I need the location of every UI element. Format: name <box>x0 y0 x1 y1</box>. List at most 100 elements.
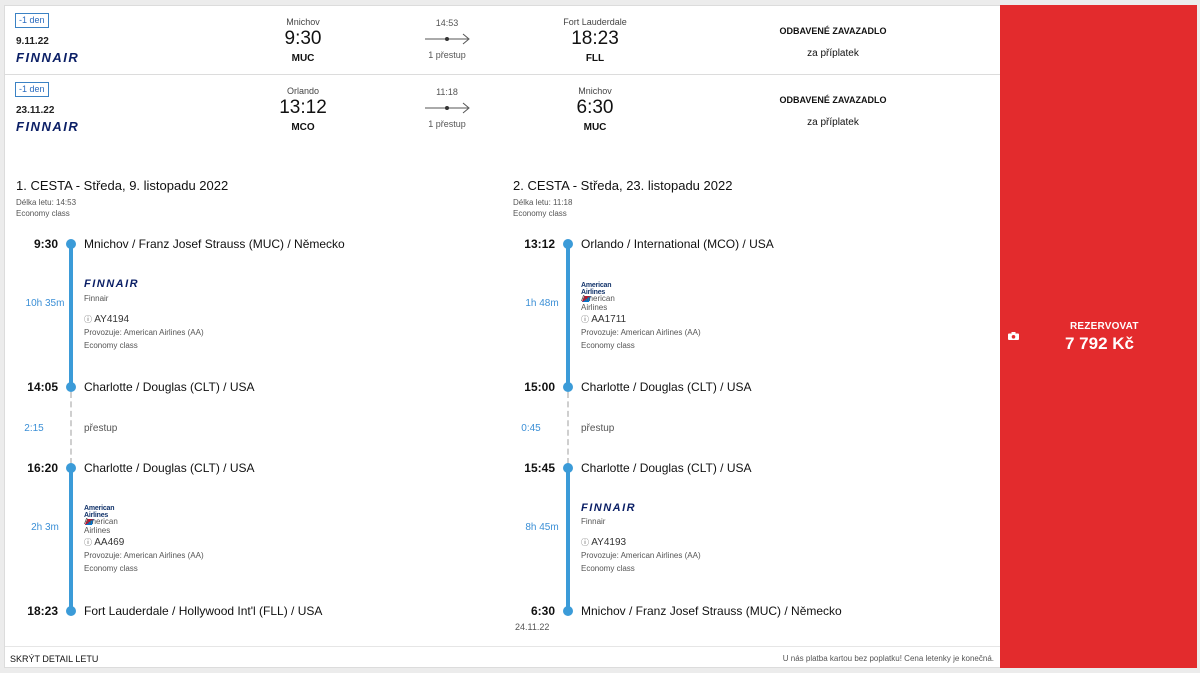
flight-duration: 11:18 <box>436 87 458 97</box>
hide-details-link[interactable]: SKRÝT DETAIL LETU <box>10 654 98 664</box>
leg-length: Délka letu: 14:53 <box>16 198 77 207</box>
stop-time: 15:45 <box>524 461 555 475</box>
departure-code: MCO <box>291 122 315 133</box>
transfer-duration: 0:45 <box>521 423 541 434</box>
stop-place: Orlando / International (MCO) / USA <box>581 237 774 251</box>
flight-offer-card: -1 den 9.11.22 FINNAIR Mnichov 9:30 MUC … <box>4 5 1197 668</box>
baggage-note: za příplatek <box>807 117 859 128</box>
timeline-dot <box>563 606 573 616</box>
flight-number: AY4194 <box>94 314 130 325</box>
transfer-label: přestup <box>581 423 615 434</box>
leg-class: Economy class <box>513 209 567 218</box>
departure-time: 13:12 <box>279 97 327 118</box>
segment-duration: 2h 3m <box>31 522 59 533</box>
route-arrow-icon <box>425 33 470 45</box>
timeline-segment <box>69 244 73 387</box>
baggage-title: ODBAVENÉ ZAVAZADLO <box>779 26 887 36</box>
arrival-date: 24.11.22 <box>515 622 550 632</box>
stop-place: Mnichov / Franz Josef Strauss (MUC) / Ně… <box>84 237 345 251</box>
leg-length: Délka letu: 11:18 <box>513 198 573 207</box>
stop-time: 18:23 <box>27 604 58 618</box>
flight-details: -1 den 9.11.22 FINNAIR Mnichov 9:30 MUC … <box>5 6 1000 667</box>
stop-time: 14:05 <box>27 380 58 394</box>
timeline-dot <box>563 239 573 249</box>
flight-number: AA469 <box>94 537 125 548</box>
departure-city: Mnichov <box>286 17 320 27</box>
arrival-city: Fort Lauderdale <box>563 17 627 27</box>
leg-title: 2. CESTA - Středa, 23. listopadu 2022 <box>513 178 733 193</box>
stop-time: 6:30 <box>530 604 555 618</box>
segment-info: ⓘ AY4193 Provozuje: American Airlines (A… <box>581 536 701 575</box>
segment-info: ⓘ AY4194 Provozuje: American Airlines (A… <box>84 313 204 352</box>
timeline-dot <box>66 463 76 473</box>
segment-info: ⓘ AA1711 Provozuje: American Airlines (A… <box>581 313 701 352</box>
stop-time: 13:12 <box>524 237 555 251</box>
info-icon: ⓘ <box>581 315 592 324</box>
timeline-dot <box>66 382 76 392</box>
segment-duration: 10h 35m <box>25 298 65 309</box>
operated-by: Provozuje: American Airlines (AA) <box>84 551 204 560</box>
airline-logo-finnair: FINNAIR <box>16 119 80 134</box>
airline-name: American Airlines <box>84 517 118 535</box>
arrival-city: Mnichov <box>578 86 612 96</box>
timeline-segment <box>566 468 570 611</box>
segment-class: Economy class <box>581 564 635 573</box>
airline-name: Finnair <box>84 294 109 303</box>
stop-place: Charlotte / Douglas (CLT) / USA <box>581 380 752 394</box>
transfer-label: přestup <box>84 423 118 434</box>
stop-time: 9:30 <box>33 237 58 251</box>
day-shift-badge: -1 den <box>15 82 49 97</box>
segment-info: ⓘ AA469 Provozuje: American Airlines (AA… <box>84 536 204 575</box>
timeline-transfer <box>70 392 72 464</box>
arrival-time: 18:23 <box>571 28 619 49</box>
flight-number: AA1711 <box>591 314 627 325</box>
stop-place: Charlotte / Douglas (CLT) / USA <box>581 461 752 475</box>
transfer-duration: 2:15 <box>24 423 44 434</box>
stop-place: Fort Lauderdale / Hollywood Int'l (FLL) … <box>84 604 323 618</box>
airline-logo-finnair: FINNAIR <box>84 278 140 290</box>
airline-name: American Airlines <box>581 294 615 312</box>
stop-place: Charlotte / Douglas (CLT) / USA <box>84 461 255 475</box>
leg-class: Economy class <box>16 209 70 218</box>
timeline-segment <box>566 244 570 387</box>
departure-code: MUC <box>291 53 315 64</box>
arrival-code: MUC <box>583 122 607 133</box>
operated-by: Provozuje: American Airlines (AA) <box>581 551 701 560</box>
flight-number: AY4193 <box>591 537 627 548</box>
reserve-button[interactable]: REZERVOVAT 7 792 Kč <box>1000 5 1197 668</box>
timeline-dot <box>563 463 573 473</box>
reserve-label: REZERVOVAT <box>1070 321 1139 332</box>
timeline-transfer <box>567 392 569 464</box>
timeline-dot <box>563 382 573 392</box>
segment-class: Economy class <box>84 341 138 350</box>
stop-time: 15:00 <box>524 380 555 394</box>
timeline-dot <box>66 606 76 616</box>
operated-by: Provozuje: American Airlines (AA) <box>581 328 701 337</box>
camera-icon <box>1008 332 1019 340</box>
arrival-time: 6:30 <box>576 97 614 118</box>
arrival-code: FLL <box>585 53 605 64</box>
summary-row-return: -1 den 23.11.22 FINNAIR Orlando 13:12 MC… <box>5 75 1000 143</box>
baggage-title: ODBAVENÉ ZAVAZADLO <box>779 95 887 105</box>
route-arrow-icon <box>425 102 470 114</box>
info-icon: ⓘ <box>581 538 592 547</box>
stops-count: 1 přestup <box>428 50 466 60</box>
flight-date: 9.11.22 <box>16 36 49 47</box>
airline-logo-finnair: FINNAIR <box>581 502 637 514</box>
leg-title: 1. CESTA - Středa, 9. listopadu 2022 <box>16 178 229 193</box>
airline-logo-finnair: FINNAIR <box>16 50 80 65</box>
departure-time: 9:30 <box>284 28 322 49</box>
footer-divider <box>5 646 1000 647</box>
stop-time: 16:20 <box>27 461 58 475</box>
flight-duration: 14:53 <box>435 18 459 28</box>
baggage-note: za příplatek <box>807 48 859 59</box>
stop-place: Charlotte / Douglas (CLT) / USA <box>84 380 255 394</box>
payment-note: U nás platba kartou bez poplatku! Cena l… <box>782 654 994 663</box>
timeline-segment <box>69 468 73 611</box>
timeline-dot <box>66 239 76 249</box>
segment-class: Economy class <box>581 341 635 350</box>
segment-duration: 8h 45m <box>525 522 559 533</box>
summary-row-outbound: -1 den 9.11.22 FINNAIR Mnichov 9:30 MUC … <box>5 6 1000 75</box>
segment-duration: 1h 48m <box>525 298 559 309</box>
day-shift-badge: -1 den <box>15 13 49 28</box>
